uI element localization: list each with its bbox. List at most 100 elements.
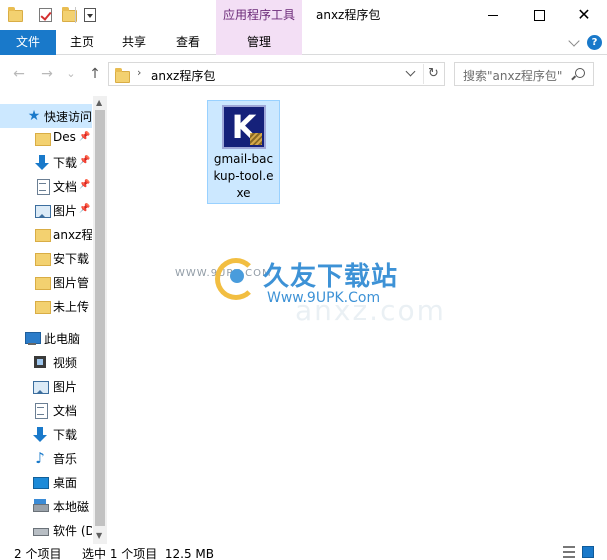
file-name-line: gmail-bac <box>213 152 274 166</box>
sidebar-item-desktop[interactable]: 桌面 <box>0 470 92 494</box>
item-count: 2 个项目 <box>14 547 62 560</box>
sidebar-item-not-uploaded[interactable]: 未上传 <box>0 294 92 318</box>
sidebar-item-downloads[interactable]: 下载 <box>0 422 92 446</box>
watermark-url-text: Www.9UPK.Com <box>267 290 381 306</box>
kernel-app-icon: K <box>222 105 266 149</box>
sidebar-item-downloads-pinned[interactable]: 下载 📌 <box>0 150 92 174</box>
sidebar-item-label: 文档 <box>53 180 78 194</box>
sidebar-item-label: 图片 <box>53 204 78 218</box>
folder-icon[interactable] <box>8 7 24 23</box>
close-button[interactable]: ✕ <box>561 0 607 30</box>
pin-icon: 📌 <box>79 132 91 142</box>
download-icon <box>32 426 48 442</box>
help-icon[interactable]: ? <box>587 35 602 50</box>
tab-view[interactable]: 查看 <box>162 30 214 55</box>
forward-arrow-icon[interactable]: → <box>38 65 56 83</box>
sidebar-item-music[interactable]: ♪ 音乐 <box>0 446 92 470</box>
file-name-line: xe <box>236 186 251 200</box>
pictures-icon <box>34 202 51 218</box>
sidebar-item-local-disk[interactable]: 本地磁 <box>0 494 92 518</box>
sidebar-item-label: 未上传 <box>53 300 90 314</box>
search-placeholder[interactable]: 搜索"anxz程序包" <box>463 67 562 84</box>
maximize-button[interactable] <box>516 0 562 30</box>
sidebar-item-label: 图片管 <box>53 276 90 290</box>
back-arrow-icon[interactable]: ← <box>10 65 28 83</box>
search-icon[interactable] <box>575 68 585 78</box>
address-path[interactable]: anxz程序包 <box>151 67 215 84</box>
sidebar-item-label: 桌面 <box>53 476 78 490</box>
download-icon <box>34 154 50 170</box>
expand-ribbon-icon[interactable] <box>568 35 580 47</box>
sidebar-item-label: 视频 <box>53 356 78 370</box>
sidebar-item-software-drive[interactable]: 软件 (D <box>0 518 92 542</box>
drive-icon <box>32 522 49 538</box>
pin-icon: 📌 <box>79 156 91 166</box>
sidebar-item-quick-access[interactable]: ★ 快速访问 <box>0 104 92 128</box>
video-icon <box>32 354 48 370</box>
pictures-icon <box>32 378 49 394</box>
tab-share[interactable]: 共享 <box>108 30 160 55</box>
sidebar-item-label: 此电脑 <box>44 332 81 346</box>
tab-manage[interactable]: 管理 <box>216 30 302 55</box>
navigation-pane: ★ 快速访问 Des 📌 下载 📌 文档 📌 图片 📌 anxz程 安下载 图片… <box>0 96 107 544</box>
tab-file[interactable]: 文件 <box>0 30 56 55</box>
details-view-icon[interactable] <box>563 546 575 558</box>
desktop-icon <box>32 474 49 490</box>
tab-home[interactable]: 主页 <box>56 30 108 55</box>
file-item-gmail-backup-tool[interactable]: K gmail-bac kup-tool.e xe <box>207 100 280 204</box>
scroll-down-icon[interactable]: ▼ <box>96 532 104 540</box>
sidebar-item-label: 图片 <box>53 380 78 394</box>
disk-icon <box>32 498 49 514</box>
up-arrow-icon[interactable]: ↑ <box>86 65 104 83</box>
folder-icon <box>34 250 51 266</box>
sidebar-item-pictures[interactable]: 图片 <box>0 374 92 398</box>
address-dropdown-icon[interactable] <box>405 66 416 77</box>
folder-icon <box>34 298 51 314</box>
refresh-icon[interactable]: ↻ <box>423 64 443 84</box>
sidebar-item-desktop-pinned[interactable]: Des 📌 <box>0 126 92 150</box>
sidebar-item-label: 软件 (D <box>53 524 92 538</box>
file-name-line: kup-tool.e <box>213 169 274 183</box>
sidebar-item-label: 安下载 <box>53 252 90 266</box>
minimize-button[interactable] <box>470 0 516 30</box>
sidebar-item-label: 下载 <box>53 156 78 170</box>
scroll-up-icon[interactable]: ▲ <box>96 99 104 107</box>
sidebar-item-anxiazai[interactable]: 安下载 <box>0 246 92 270</box>
music-icon: ♪ <box>35 449 45 467</box>
title-bar: 应用程序工具 anxz程序包 ✕ <box>0 0 607 30</box>
sidebar-item-anxz[interactable]: anxz程 <box>0 222 92 246</box>
breadcrumb-chevron-icon[interactable]: › <box>137 66 141 79</box>
folder-icon <box>34 226 51 242</box>
sidebar-item-label: 文档 <box>53 404 78 418</box>
selection-info: 选中 1 个项目 12.5 MB <box>82 547 215 560</box>
folder-icon <box>34 274 51 290</box>
sidebar-scroll-thumb[interactable] <box>95 110 105 526</box>
status-bar: 2 个项目 选中 1 个项目 12.5 MB <box>0 544 607 560</box>
pin-icon: 📌 <box>79 180 91 190</box>
star-icon: ★ <box>27 108 41 124</box>
watermark: anxz.com WWW.9UPK.COM 久友下载站 Www.9UPK.Com <box>175 248 444 327</box>
properties-check-icon[interactable] <box>38 7 54 23</box>
toolbar-divider <box>75 7 76 23</box>
address-bar[interactable]: › anxz程序包 ↻ <box>108 62 445 86</box>
customize-toolbar-dropdown[interactable] <box>84 8 96 22</box>
large-icons-view-icon[interactable] <box>582 546 594 558</box>
sidebar-item-this-pc[interactable]: 此电脑 <box>0 326 92 350</box>
sidebar-item-documents[interactable]: 文档 <box>0 398 92 422</box>
folder-icon <box>34 130 51 146</box>
sidebar-item-label: anxz程 <box>53 228 92 242</box>
sidebar-item-documents-pinned[interactable]: 文档 📌 <box>0 174 92 198</box>
watermark-main-text: 久友下载站 <box>263 262 399 292</box>
pin-icon: 📌 <box>79 204 91 214</box>
sidebar-item-pictures-pinned[interactable]: 图片 📌 <box>0 198 92 222</box>
search-box[interactable]: 搜索"anxz程序包" <box>454 62 594 86</box>
ribbon-tabs: 文件 主页 共享 查看 管理 ? <box>0 30 607 55</box>
sidebar-item-picture-manager[interactable]: 图片管 <box>0 270 92 294</box>
sidebar-item-label: 本地磁 <box>53 500 90 514</box>
file-name: gmail-bac kup-tool.e xe <box>208 151 279 202</box>
document-icon <box>32 402 48 419</box>
badge-icon <box>250 133 262 145</box>
recent-locations-icon[interactable]: ⌄ <box>62 65 80 83</box>
sidebar-item-label: 下载 <box>53 428 78 442</box>
sidebar-item-videos[interactable]: 视频 <box>0 350 92 374</box>
